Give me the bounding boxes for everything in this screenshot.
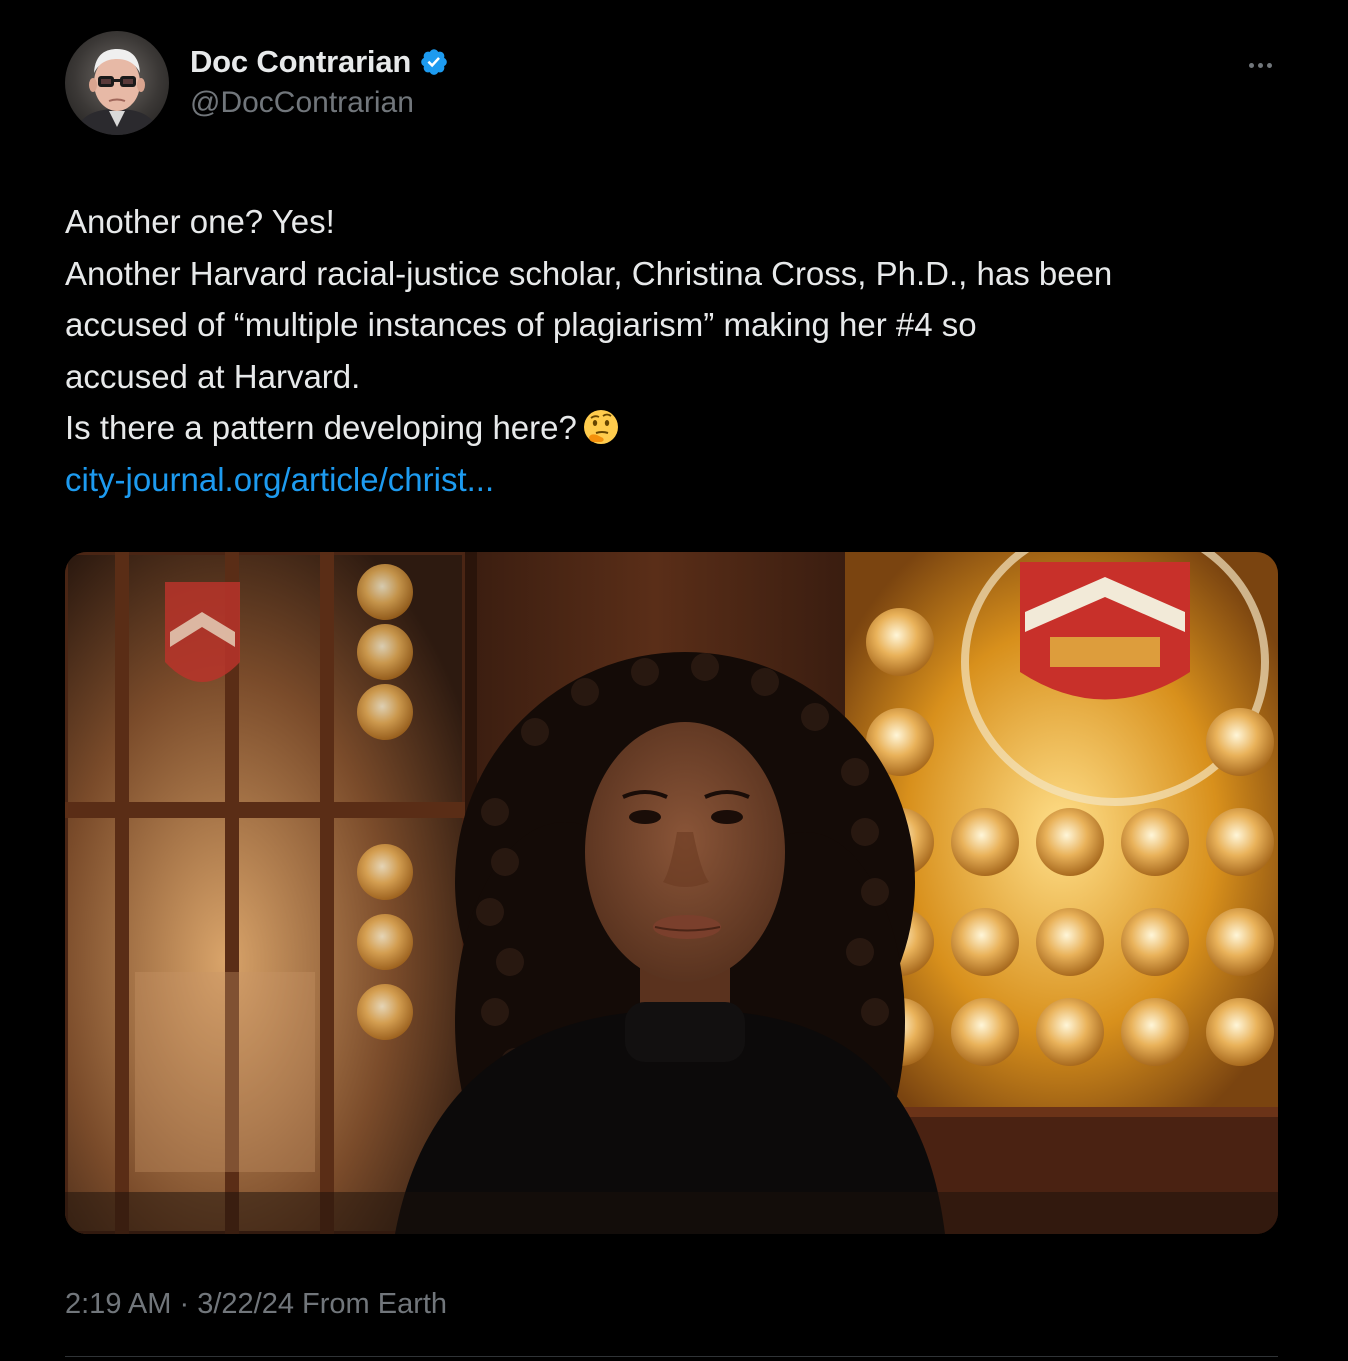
tweet: Doc Contrarian @DocContrarian Another on… xyxy=(0,0,1348,1361)
divider xyxy=(65,1356,1278,1357)
tweet-meta: 2:19 AM · 3/22/24 From Earth xyxy=(65,1288,447,1321)
tweet-source: From Earth xyxy=(302,1288,448,1320)
more-dot-icon xyxy=(1257,62,1263,68)
author-display-name[interactable]: Doc Contrarian xyxy=(190,44,411,80)
tweet-link-line: city-journal.org/article/christ... xyxy=(65,454,1305,506)
tweet-line: Another one? Yes! xyxy=(65,203,335,240)
tweet-line: Another Harvard racial-justice scholar, … xyxy=(65,254,1113,292)
tweet-media-photo[interactable] xyxy=(65,552,1278,1234)
tweet-date[interactable]: 3/22/24 xyxy=(197,1288,294,1320)
author-handle[interactable]: @DocContrarian xyxy=(190,86,449,120)
tweet-line: accused of “multiple instances of plagia… xyxy=(65,306,977,343)
more-options-button[interactable] xyxy=(1240,50,1280,80)
thinking-face-emoji-icon xyxy=(581,407,621,447)
author-header: Doc Contrarian @DocContrarian xyxy=(190,42,449,120)
tweet-line: accused at Harvard. xyxy=(65,357,361,395)
tweet-line-with-emoji: Is there a pattern developing here? xyxy=(65,402,1305,454)
more-dot-icon xyxy=(1266,62,1272,68)
tweet-line: Is there a pattern developing here? xyxy=(65,409,577,446)
more-dot-icon xyxy=(1248,62,1254,68)
meta-separator: · xyxy=(179,1288,190,1320)
article-link[interactable]: city-journal.org/article/christ... xyxy=(65,461,494,498)
author-avatar[interactable] xyxy=(65,31,169,135)
tweet-time[interactable]: 2:19 AM xyxy=(65,1288,171,1320)
display-name-row: Doc Contrarian xyxy=(190,42,449,82)
tweet-text: Another one? Yes! Another Harvard racial… xyxy=(65,196,1305,505)
verified-badge-icon[interactable] xyxy=(419,47,449,77)
photo-woman-stained-glass xyxy=(65,552,1278,1234)
